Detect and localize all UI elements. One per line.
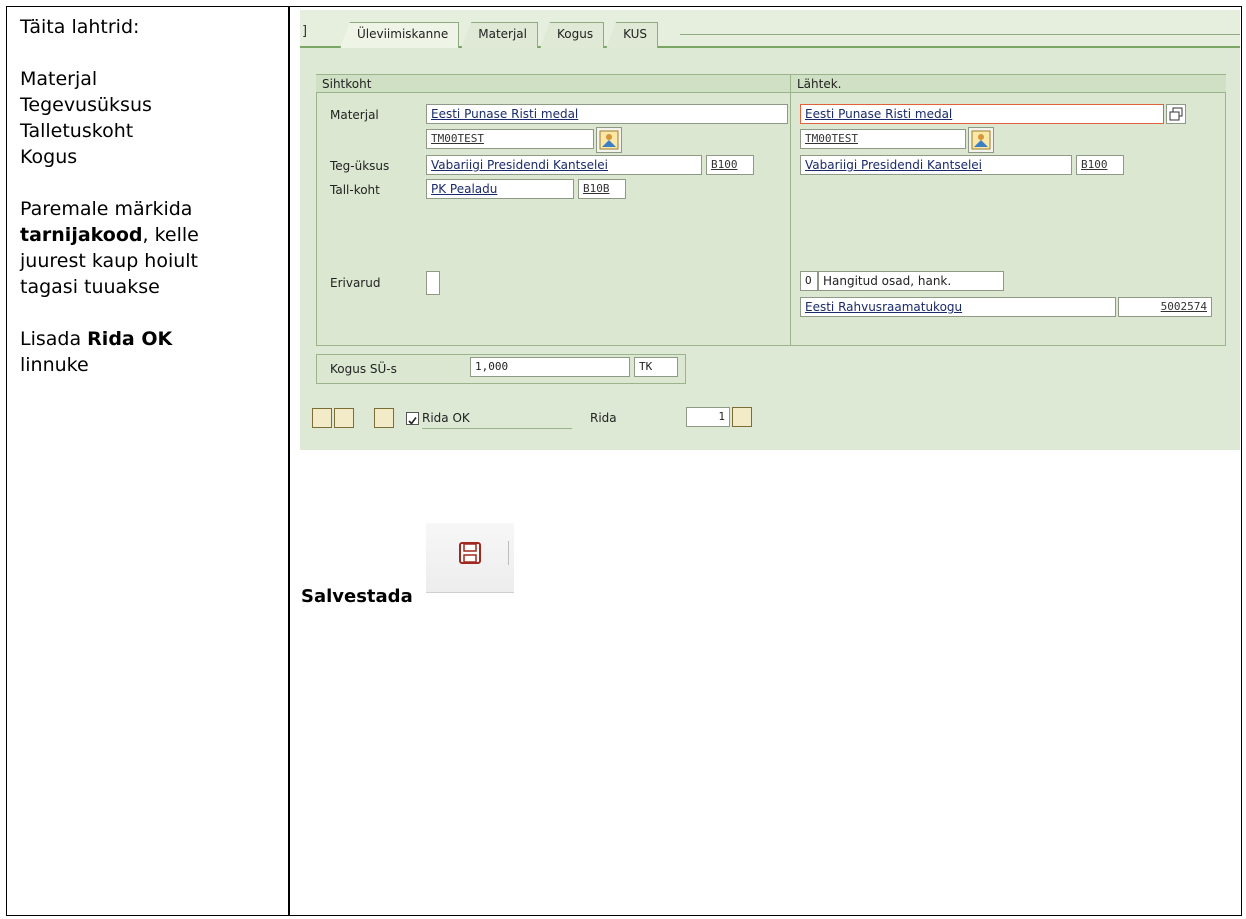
rida-ok-underline <box>422 428 572 429</box>
quantity-label: Kogus SÜ-s <box>330 362 397 376</box>
instruction-field-quantity: Kogus <box>20 146 78 168</box>
rida-ok-checkbox[interactable] <box>406 412 419 425</box>
toolbar-separator <box>508 541 509 565</box>
quantity-unit-field[interactable]: TK <box>634 357 678 377</box>
quantity-field[interactable]: 1,000 <box>470 357 630 377</box>
tab-kus[interactable]: KUS <box>606 22 659 48</box>
source-unit-code-field[interactable]: B100 <box>1076 155 1124 175</box>
instruction-field-unit: Tegevusüksus <box>20 94 152 116</box>
rida-ok-label: Rida OK <box>422 411 470 425</box>
source-stock-type-text: Hangitud osad, hank. <box>818 271 1004 291</box>
rida-label: Rida <box>590 411 617 425</box>
source-material-field[interactable]: Eesti Punase Risti medal <box>800 104 1164 124</box>
target-storage-label: Tall-koht <box>330 183 380 197</box>
special-stock-field[interactable] <box>426 271 440 295</box>
group-box-divider <box>790 74 791 346</box>
target-storage-field[interactable]: PK Pealadu <box>426 179 574 199</box>
previous-item-icon[interactable] <box>312 408 332 428</box>
tab-scroll-left-icon[interactable]: ] <box>302 24 307 39</box>
target-unit-field[interactable]: Vabariigi Presidendi Kantselei <box>426 155 702 175</box>
table-column-divider <box>288 6 290 916</box>
tab-frame-line <box>680 34 1240 48</box>
supplier-code-field[interactable]: 5002574 <box>1118 297 1212 317</box>
tab-strip: ] Üleviimiskanne Materjal Kogus KUS <box>300 10 1240 48</box>
source-user-picker-icon[interactable] <box>968 127 994 153</box>
instructions-column: Täita lahtrid: Materjal Tegevusüksus Tal… <box>20 14 280 378</box>
instruction-check-line1: Lisada Rida OK <box>20 326 280 352</box>
instruction-check-bold: Rida OK <box>87 328 173 350</box>
go-to-item-icon[interactable] <box>732 407 752 427</box>
instruction-check-before: Lisada <box>20 328 82 350</box>
target-unit-code-field[interactable]: B100 <box>706 155 754 175</box>
target-material-code-field[interactable]: TM00TEST <box>426 129 594 149</box>
next-item-icon[interactable] <box>334 408 354 428</box>
instruction-supplier-bold: tarnijakood <box>20 224 143 246</box>
instruction-field-material: Materjal <box>20 68 98 90</box>
target-heading: Sihtkoht <box>316 75 790 93</box>
item-toolbar: Rida OK Rida 1 <box>300 402 1240 432</box>
target-material-label: Materjal <box>330 108 379 122</box>
supplier-name-field[interactable]: Eesti Rahvusraamatukogu <box>800 297 1116 317</box>
target-material-field[interactable]: Eesti Punase Risti medal <box>426 104 788 124</box>
instruction-supplier-line1: Paremale märkida <box>20 198 193 220</box>
tab-transfer-posting[interactable]: Üleviimiskanne <box>340 22 460 48</box>
special-stock-label: Erivarud <box>330 276 381 290</box>
instruction-field-storage: Talletuskoht <box>20 120 134 142</box>
rida-field[interactable]: 1 <box>686 407 730 427</box>
save-icon[interactable] <box>459 542 481 564</box>
save-instruction-label: Salvestada <box>301 586 413 607</box>
instruction-supplier-line2: tarnijakood, kelle <box>20 222 280 248</box>
tab-material[interactable]: Materjal <box>461 22 538 48</box>
source-heading: Lähtek. <box>791 75 1226 93</box>
instruction-supplier-after: , kelle <box>142 224 199 246</box>
instruction-supplier-line3: juurest kaup hoiult <box>20 250 199 272</box>
source-unit-field[interactable]: Vabariigi Presidendi Kantselei <box>800 155 1072 175</box>
target-unit-label: Teg-üksus <box>330 159 390 173</box>
tab-list: Üleviimiskanne Materjal Kogus KUS <box>340 22 659 48</box>
source-stock-type-field[interactable]: O <box>800 271 818 291</box>
target-storage-code-field[interactable]: B10B <box>578 179 626 199</box>
copy-icon[interactable] <box>1166 104 1186 124</box>
tab-quantity[interactable]: Kogus <box>539 22 605 48</box>
target-user-picker-icon[interactable] <box>596 127 622 153</box>
copy-item-icon[interactable] <box>374 408 394 428</box>
instructions-heading: Täita lahtrid: <box>20 16 140 38</box>
sap-screen: ] Üleviimiskanne Materjal Kogus KUS Siht… <box>300 10 1240 450</box>
instruction-check-line2: linnuke <box>20 354 89 376</box>
source-material-code-field[interactable]: TM00TEST <box>800 129 966 149</box>
instruction-supplier-line4: tagasi tuuakse <box>20 276 160 298</box>
